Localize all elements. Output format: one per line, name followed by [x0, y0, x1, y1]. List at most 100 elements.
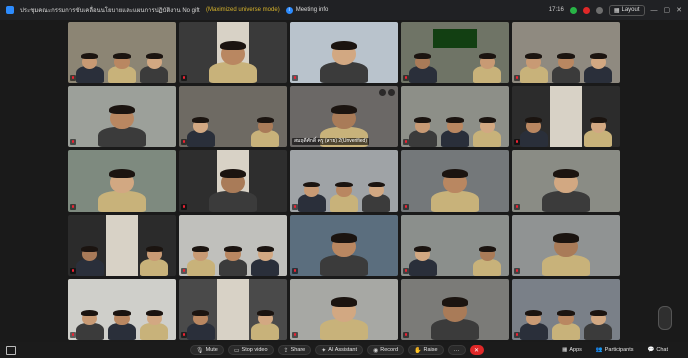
- participant-video-tile[interactable]: [179, 278, 287, 340]
- people-icon: 👥: [595, 347, 603, 353]
- chat-button[interactable]: 💬 Chat: [648, 347, 668, 353]
- muted-mic-icon: [181, 139, 187, 146]
- video-feed: [290, 215, 398, 276]
- info-icon: i: [285, 6, 293, 14]
- participant-video-tile[interactable]: [68, 86, 176, 148]
- muted-mic-icon: [292, 267, 298, 274]
- participant-video-tile[interactable]: [179, 22, 287, 84]
- participant-video-tile[interactable]: [179, 150, 287, 212]
- muted-mic-icon: [403, 332, 409, 338]
- participant-video-tile[interactable]: สมฤดีศักดิ์ ครู (สาย) 2(Unverified): [290, 86, 398, 148]
- participant-video-tile[interactable]: [68, 150, 176, 212]
- view-toggle-icon[interactable]: [6, 345, 16, 355]
- share-button[interactable]: ⇪ Share: [277, 345, 312, 355]
- video-feed: [68, 22, 176, 84]
- muted-mic-icon: [514, 75, 520, 82]
- participant-video-tile[interactable]: [401, 150, 509, 212]
- chat-icon: 💬: [647, 347, 655, 353]
- video-feed: [179, 86, 287, 148]
- clock: 17:16: [548, 7, 564, 13]
- hand-icon: ✋: [414, 347, 422, 354]
- participant-video-tile[interactable]: [512, 86, 620, 148]
- mute-label: Mute: [205, 347, 218, 353]
- apps-icon: ▦: [562, 347, 568, 353]
- participant-video-tile[interactable]: [290, 150, 398, 212]
- mode-note: (Maximized universe mode): [206, 7, 280, 13]
- participant-video-tile[interactable]: [68, 214, 176, 276]
- tile-controls[interactable]: [379, 89, 395, 97]
- zoom-logo-icon: [6, 6, 14, 14]
- video-feed: [512, 86, 620, 148]
- muted-mic-icon: [181, 75, 187, 82]
- raise-label: Raise: [423, 347, 438, 353]
- record-icon: ◉: [373, 347, 379, 354]
- participant-video-tile[interactable]: [512, 150, 620, 212]
- more-icon: …: [453, 347, 460, 353]
- video-feed: [512, 22, 620, 84]
- muted-mic-icon: [292, 332, 298, 338]
- end-button[interactable]: ✕: [469, 345, 484, 355]
- apps-button[interactable]: ▦ Apps: [562, 347, 582, 353]
- muted-mic-icon: [70, 203, 76, 210]
- meeting-title: ประชุมคณะกรรมการขับเคลื่อนนโยบายและแผนกา…: [20, 8, 200, 14]
- video-feed: [401, 215, 509, 276]
- meeting-toolbar: 🎙 Mute ▭ Stop video ⇪ Share ✦ AI Assistant ◉…: [0, 342, 688, 358]
- end-call-icon: ✕: [474, 347, 480, 354]
- muted-mic-icon: [514, 203, 520, 210]
- participant-video-tile[interactable]: [290, 278, 398, 340]
- video-feed: [179, 150, 287, 212]
- participant-video-tile[interactable]: [290, 22, 398, 84]
- muted-mic-icon: [70, 75, 76, 82]
- ai-assistant-button[interactable]: ✦ AI Assistant: [315, 345, 364, 355]
- participant-video-tile[interactable]: [512, 22, 620, 84]
- participant-video-tile[interactable]: [401, 278, 509, 340]
- participant-video-tile[interactable]: [401, 86, 509, 148]
- participant-video-tile[interactable]: [512, 278, 620, 340]
- green-status-icon: [569, 6, 577, 14]
- video-feed: [290, 150, 398, 212]
- maximize-icon[interactable]: ▢: [664, 6, 671, 14]
- chat-label: Chat: [656, 347, 668, 353]
- mute-button[interactable]: 🎙 Mute: [190, 345, 224, 355]
- meeting-info-label: Meeting info: [295, 7, 329, 13]
- video-feed: [401, 150, 509, 212]
- video-feed: [179, 22, 287, 84]
- more-button[interactable]: …: [447, 345, 466, 355]
- minimize-icon[interactable]: —: [651, 7, 658, 14]
- pin-icon[interactable]: [379, 89, 386, 97]
- muted-mic-icon: [70, 139, 76, 146]
- more-icon[interactable]: [388, 89, 395, 97]
- video-feed: [179, 278, 287, 340]
- meeting-info-button[interactable]: i Meeting info: [285, 6, 329, 14]
- next-page-handle[interactable]: [658, 306, 672, 330]
- muted-mic-icon: [403, 139, 409, 146]
- muted-mic-icon: [181, 332, 187, 338]
- video-feed: [512, 150, 620, 212]
- shield-icon[interactable]: [595, 6, 603, 14]
- red-status-icon: [582, 6, 590, 14]
- participants-label: Participants: [604, 347, 634, 353]
- participant-video-tile[interactable]: [401, 22, 509, 84]
- participant-video-tile[interactable]: [68, 278, 176, 340]
- close-icon[interactable]: ✕: [676, 6, 682, 14]
- participant-video-tile[interactable]: [68, 22, 176, 84]
- share-icon: ⇪: [283, 347, 289, 354]
- muted-mic-icon: [181, 267, 187, 274]
- participant-video-tile[interactable]: [512, 214, 620, 276]
- participant-video-tile[interactable]: [179, 214, 287, 276]
- record-button[interactable]: ◉ Record: [367, 345, 405, 355]
- layout-button[interactable]: ▦ Layout: [608, 4, 645, 16]
- participant-video-tile[interactable]: [290, 214, 398, 276]
- video-feed: [290, 279, 398, 340]
- participants-button[interactable]: 👥 Participants: [596, 347, 634, 353]
- video-feed: [512, 279, 620, 340]
- title-bar: ประชุมคณะกรรมการขับเคลื่อนนโยบายและแผนกา…: [0, 0, 688, 20]
- apps-label: Apps: [569, 347, 582, 353]
- participant-video-tile[interactable]: [401, 214, 509, 276]
- muted-mic-icon: [514, 267, 520, 274]
- sparkle-icon: ✦: [321, 347, 327, 354]
- raise-button[interactable]: ✋ Raise: [408, 345, 444, 355]
- stop-video-button[interactable]: ▭ Stop video: [227, 345, 274, 355]
- video-feed: [512, 215, 620, 276]
- participant-video-tile[interactable]: [179, 86, 287, 148]
